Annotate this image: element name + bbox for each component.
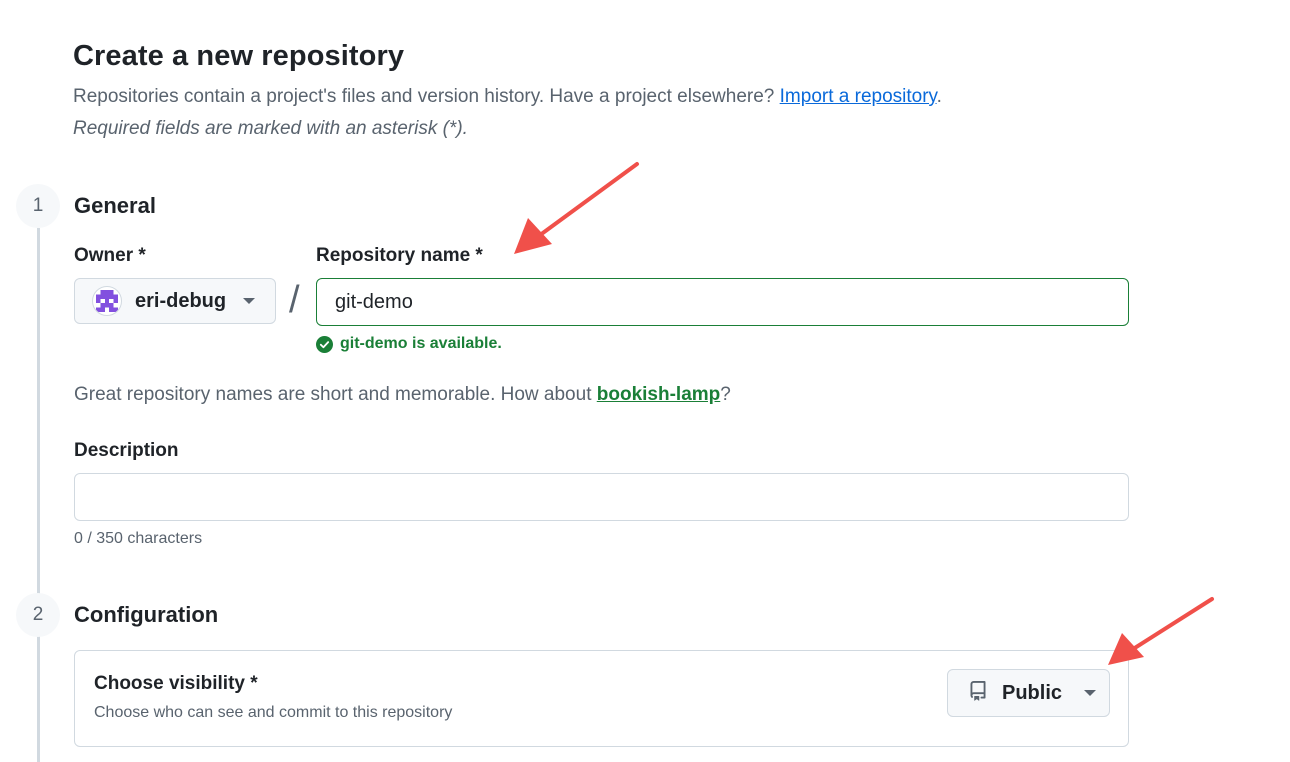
suggested-name-link[interactable]: bookish-lamp [597,384,721,405]
triangle-down-icon [243,298,256,304]
import-repository-link[interactable]: Import a repository [780,86,937,107]
required-fields-note: Required fields are marked with an aster… [73,118,468,139]
visibility-description: Choose who can see and commit to this re… [94,704,453,721]
description-input[interactable] [74,473,1129,521]
timeline-line [37,636,40,762]
name-suggestion: Great repository names are short and mem… [74,384,731,406]
page-title: Create a new repository [73,40,405,72]
suggestion-end: ? [720,384,731,405]
timeline-line [37,228,40,596]
subtitle-text: Repositories contain a project's files a… [73,86,775,107]
section-title-general: General [74,193,156,218]
triangle-down-icon [1084,690,1097,696]
page-subtitle: Repositories contain a project's files a… [73,86,942,108]
visibility-dropdown[interactable]: Public [947,669,1110,717]
repo-icon [968,680,988,707]
repository-name-input[interactable] [316,278,1129,326]
annotation-arrow-repo-name [514,162,639,254]
availability-message: git-demo is available. [316,335,502,353]
step-number-general: 1 [16,184,60,228]
availability-text: git-demo is available. [340,335,502,352]
subtitle-end: . [936,86,942,107]
owner-dropdown[interactable]: eri-debug [74,278,276,324]
owner-name: eri-debug [135,289,227,312]
check-circle-icon [316,335,333,353]
owner-repo-separator: / [289,279,300,321]
owner-avatar [92,286,122,316]
suggestion-text: Great repository names are short and mem… [74,384,592,405]
visibility-panel: Choose visibility * Choose who can see a… [74,650,1129,747]
visibility-title: Choose visibility * [94,673,258,694]
description-char-count: 0 / 350 characters [74,530,203,547]
description-label: Description [74,440,179,461]
section-title-configuration: Configuration [74,602,219,627]
visibility-value: Public [1002,681,1063,704]
repository-name-label: Repository name * [316,245,483,266]
owner-label: Owner * [74,245,146,266]
step-number-configuration: 2 [16,593,60,637]
